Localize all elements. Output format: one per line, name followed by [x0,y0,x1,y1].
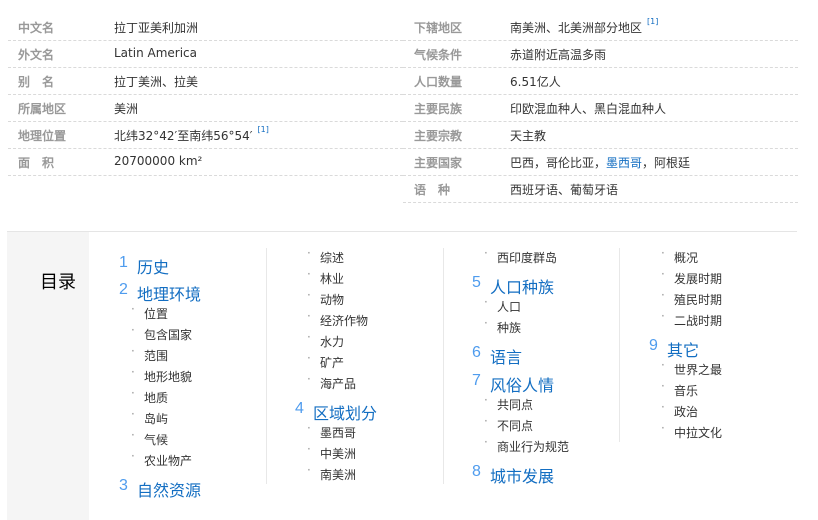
info-value: 天主教 [510,129,547,143]
info-key: 外文名 [18,48,55,62]
countries-text: 巴西，哥伦比亚， [510,156,607,170]
info-value: 南美洲、北美洲部分地区 [1] [510,17,658,36]
info-value: 拉丁美洲、拉美 [114,75,199,89]
info-key: 别 名 [18,75,55,89]
section-number: 8 [472,463,481,480]
section-title[interactable]: 自然资源 [137,477,201,501]
info-key: 所属地区 [18,102,67,116]
info-key: 语 种 [414,183,451,197]
toc-column-divider [443,248,444,484]
toc-sidebar: 目录 [7,232,89,520]
info-value: 西班牙语、葡萄牙语 [510,183,619,197]
region-link[interactable]: 美洲 [114,100,138,117]
info-value: 拉丁亚美利加洲 [114,21,199,35]
info-row-region: 所属地区 美洲 [8,95,403,122]
section-number: 4 [295,400,304,417]
section-title[interactable]: 城市发展 [490,463,554,487]
info-row-population: 人口数量 6.51亿人 [403,68,798,95]
info-value: 北纬32°42′至南纬56°54′ [1] [114,125,269,144]
info-key: 主要国家 [414,156,463,170]
info-key: 中文名 [18,21,55,35]
countries-text-tail: ，阿根廷 [642,156,691,170]
info-value: 巴西，哥伦比亚，墨西哥，阿根廷 [510,154,690,171]
info-row-area: 面 积 20700000 km² [8,149,403,176]
section-title[interactable]: 历史 [137,254,169,278]
info-row-ethnic-groups: 主要民族 印欧混血种人、黑白混血种人 [403,95,798,122]
info-row-chinese-name: 中文名 拉丁亚美利加洲 [8,14,403,41]
info-row-subregions: 下辖地区 南美洲、北美洲部分地区 [1] [403,14,798,41]
info-value: 6.51亿人 [510,75,561,89]
info-row-religion: 主要宗教 天主教 [403,122,798,149]
section-number: 3 [119,477,128,494]
info-value: 20700000 km² [114,154,203,168]
info-key: 气候条件 [414,48,463,62]
info-key: 下辖地区 [414,21,463,35]
info-row-alias: 别 名 拉丁美洲、拉美 [8,68,403,95]
info-row-foreign-name: 外文名 Latin America [8,41,403,68]
toc-column-divider [266,248,267,484]
section-number: 6 [472,344,481,361]
toc-title: 目录 [40,272,76,293]
section-title[interactable]: 其它 [667,337,699,361]
toc-column-divider [619,248,620,442]
basic-info-left-column: 中文名 拉丁亚美利加洲 外文名 Latin America 别 名 拉丁美洲、拉… [8,14,403,176]
section-number: 9 [649,337,658,354]
info-key: 人口数量 [414,75,463,89]
table-of-contents: 目录 1 历史 2 地理环境 · 位置 · 包含国家 · 范围 · 地形地貌 · 地质 ·… [7,231,797,520]
reference-link[interactable]: [1] [258,125,269,134]
section-title[interactable]: 人口种族 [490,274,554,298]
mexico-link[interactable]: 墨西哥 [606,156,642,170]
info-value: 印欧混血种人、黑白混血种人 [510,102,667,116]
info-row-main-countries: 主要国家 巴西，哥伦比亚，墨西哥，阿根廷 [403,149,798,176]
section-title[interactable]: 区域划分 [313,400,377,424]
info-value: Latin America [114,46,197,60]
info-row-climate: 气候条件 赤道附近高温多雨 [403,41,798,68]
section-title[interactable]: 风俗人情 [490,372,554,396]
info-key: 面 积 [18,156,55,170]
section-number: 7 [472,372,481,389]
location-text: 北纬32°42′至南纬56°54′ [114,129,253,143]
section-number: 1 [119,254,128,271]
basic-info-right-column: 下辖地区 南美洲、北美洲部分地区 [1] 气候条件 赤道附近高温多雨 人口数量 6… [403,14,798,203]
info-key: 主要民族 [414,102,463,116]
info-row-languages: 语 种 西班牙语、葡萄牙语 [403,176,798,203]
section-number: 2 [119,281,128,298]
subregions-text: 南美洲、北美洲部分地区 [510,21,643,35]
section-title[interactable]: 地理环境 [137,281,201,305]
section-title[interactable]: 语言 [490,344,522,368]
info-key: 主要宗教 [414,129,463,143]
info-row-location: 地理位置 北纬32°42′至南纬56°54′ [1] [8,122,403,149]
section-number: 5 [472,274,481,291]
reference-link[interactable]: [1] [647,17,658,26]
info-value: 赤道附近高温多雨 [510,48,607,62]
info-key: 地理位置 [18,129,67,143]
